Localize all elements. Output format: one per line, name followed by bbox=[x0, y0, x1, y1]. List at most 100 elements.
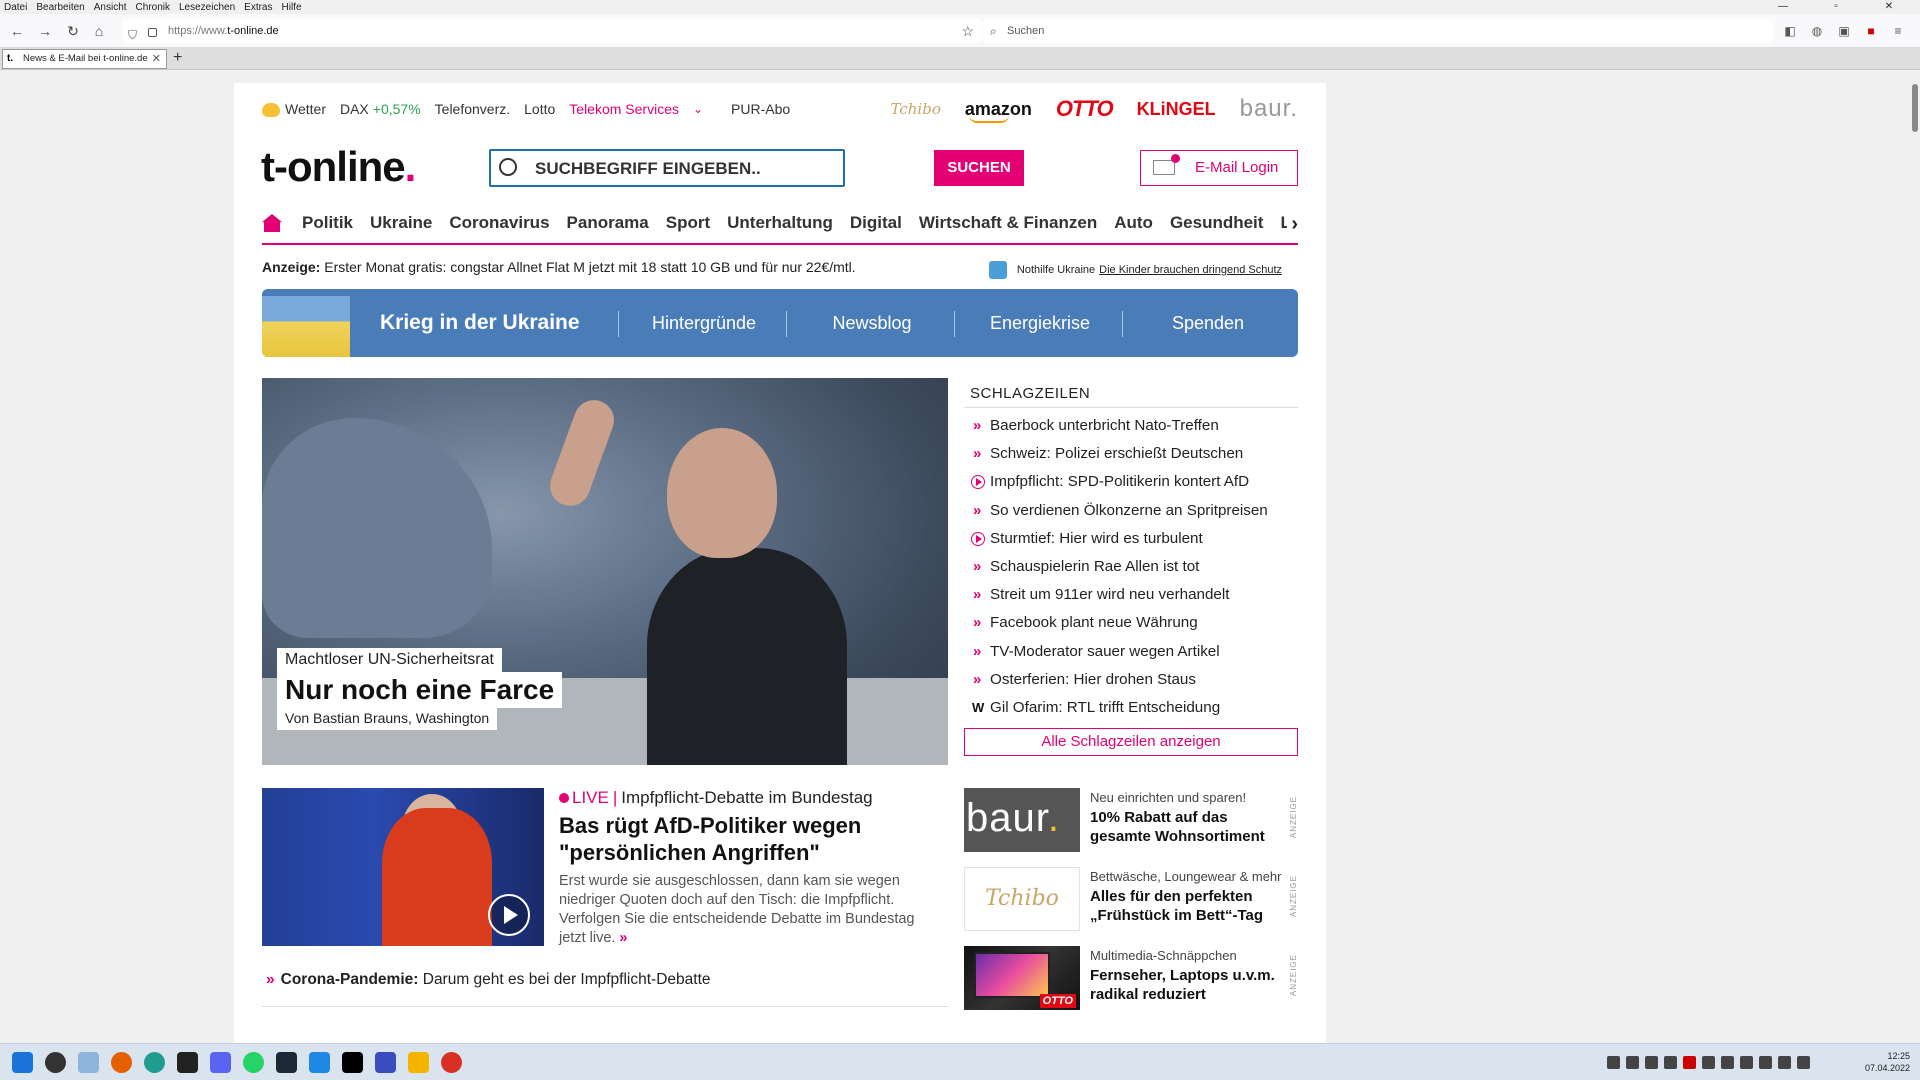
hero-article[interactable]: Machtloser UN-Sicherheitsrat Nur noch ei… bbox=[262, 378, 948, 765]
link-pur-abo[interactable]: PUR-Abo bbox=[731, 101, 790, 117]
tray-icon[interactable] bbox=[1607, 1056, 1620, 1069]
volume-icon[interactable] bbox=[1797, 1056, 1810, 1069]
addon-icon[interactable]: ■ bbox=[1863, 23, 1879, 39]
search-icon[interactable] bbox=[45, 1052, 66, 1073]
dax-value[interactable]: +0,57% bbox=[373, 101, 421, 117]
tab-close-icon[interactable]: ✕ bbox=[152, 50, 161, 68]
maximize-icon[interactable]: ▫ bbox=[1814, 0, 1858, 14]
app-icon[interactable] bbox=[309, 1052, 330, 1073]
menu-hilfe[interactable]: Hilfe bbox=[282, 2, 302, 13]
start-icon[interactable] bbox=[12, 1052, 33, 1073]
headline-item[interactable]: Impfpflicht: SPD-Politikerin kontert AfD bbox=[964, 468, 1298, 496]
headline-item[interactable]: » So verdienen Ölkonzerne an Spritpreisen bbox=[964, 497, 1298, 525]
browser-search-field[interactable]: ⌕ Suchen bbox=[983, 19, 1773, 43]
ukraine-bar-title[interactable]: Krieg in der Ukraine bbox=[380, 289, 580, 357]
nav-sport[interactable]: Sport bbox=[666, 213, 710, 233]
nav-coronavirus[interactable]: Coronavirus bbox=[449, 213, 549, 233]
tchibo-logo[interactable]: Tchibo bbox=[891, 100, 941, 118]
close-icon[interactable]: ✕ bbox=[1867, 0, 1911, 14]
pocket-icon[interactable]: ◧ bbox=[1782, 23, 1798, 39]
teaser-headline[interactable]: Bas rügt AfD-Politiker wegen "persönlich… bbox=[559, 812, 939, 866]
nav-scroll-right-icon[interactable]: › bbox=[1287, 213, 1298, 236]
headline-item[interactable]: » Facebook plant neue Währung bbox=[964, 609, 1298, 637]
github-icon[interactable] bbox=[177, 1052, 198, 1073]
t-online-logo[interactable]: t-online. bbox=[261, 143, 416, 191]
discord-icon[interactable] bbox=[210, 1052, 231, 1073]
tiktok-icon[interactable] bbox=[342, 1052, 363, 1073]
widgets-icon[interactable] bbox=[78, 1052, 99, 1073]
reload-icon[interactable]: ↻ bbox=[64, 23, 82, 39]
menu-bearbeiten[interactable]: Bearbeiten bbox=[36, 2, 84, 13]
lock-icon[interactable] bbox=[148, 28, 157, 37]
link-newsblog[interactable]: Newsblog bbox=[788, 289, 956, 357]
headline-item[interactable]: » Streit um 911er wird neu verhandelt bbox=[964, 581, 1298, 609]
headline-item[interactable]: » Schweiz: Polizei erschießt Deutschen bbox=[964, 440, 1298, 468]
tray-icon[interactable] bbox=[1721, 1056, 1734, 1069]
home-icon[interactable] bbox=[262, 214, 282, 232]
link-hintergruende[interactable]: Hintergründe bbox=[620, 289, 788, 357]
nav-digital[interactable]: Digital bbox=[850, 213, 902, 233]
amazon-logo[interactable]: amazon bbox=[965, 99, 1032, 123]
otto-logo[interactable]: OTTO bbox=[1056, 96, 1114, 122]
tray-icon[interactable] bbox=[1683, 1056, 1696, 1069]
klingel-logo[interactable]: KLiNGEL bbox=[1137, 99, 1216, 120]
link-spenden[interactable]: Spenden bbox=[1124, 289, 1292, 357]
search-button[interactable]: SUCHEN bbox=[934, 150, 1024, 186]
media-icon[interactable] bbox=[408, 1052, 429, 1073]
menu-extras[interactable]: Extras bbox=[244, 2, 272, 13]
menu-lesezeichen[interactable]: Lesezeichen bbox=[179, 2, 235, 13]
menu-chronik[interactable]: Chronik bbox=[136, 2, 170, 13]
edge-icon[interactable] bbox=[144, 1052, 165, 1073]
nothilfe-ukraine[interactable]: Nothilfe Ukraine Die Kinder brauchen dri… bbox=[988, 261, 1282, 279]
link-wetter[interactable]: Wetter bbox=[285, 101, 326, 117]
headline-item[interactable]: » Osterferien: Hier drohen Staus bbox=[964, 666, 1298, 694]
tray-icon[interactable] bbox=[1759, 1056, 1772, 1069]
headline-item[interactable]: Sturmtief: Hier wird es turbulent bbox=[964, 525, 1298, 553]
whatsapp-icon[interactable] bbox=[243, 1052, 264, 1073]
tray-icon[interactable] bbox=[1626, 1056, 1639, 1069]
link-telefonverz[interactable]: Telefonverz. bbox=[435, 101, 510, 117]
steam-icon[interactable] bbox=[276, 1052, 297, 1073]
tray-icon[interactable] bbox=[1664, 1056, 1677, 1069]
baur-logo[interactable]: baur. bbox=[1240, 95, 1298, 123]
all-headlines-button[interactable]: Alle Schlagzeilen anzeigen bbox=[964, 728, 1298, 757]
address-bar[interactable]: ⛉ https://www.t-online.de ☆ bbox=[122, 19, 982, 43]
nav-ukraine[interactable]: Ukraine bbox=[370, 213, 432, 233]
save-icon[interactable] bbox=[375, 1052, 396, 1073]
scrollbar-thumb[interactable] bbox=[1912, 84, 1918, 132]
headline-item[interactable]: » TV-Moderator sauer wegen Artikel bbox=[964, 638, 1298, 666]
headline-item[interactable]: » Baerbock unterbricht Nato-Treffen bbox=[964, 412, 1298, 440]
link-telekom-services[interactable]: Telekom Services bbox=[569, 101, 679, 117]
ad-tchibo[interactable]: Tchibo Bettwäsche, Loungewear & mehr All… bbox=[964, 867, 1298, 933]
globe-icon[interactable]: ◍ bbox=[1809, 23, 1825, 39]
site-search-input[interactable] bbox=[535, 157, 835, 181]
link-energiekrise[interactable]: Energiekrise bbox=[956, 289, 1124, 357]
nothilfe-link[interactable]: Die Kinder brauchen dringend Schutz bbox=[1099, 264, 1282, 276]
hero-headline[interactable]: Nur noch eine Farce bbox=[277, 672, 563, 708]
tray-icon[interactable] bbox=[1645, 1056, 1658, 1069]
tray-icon[interactable] bbox=[1740, 1056, 1753, 1069]
related-link[interactable]: » Corona-Pandemie: Darum geht es bei der … bbox=[262, 971, 711, 989]
nav-gesundheit[interactable]: Gesundheit bbox=[1170, 213, 1264, 233]
menu-datei[interactable]: Datei bbox=[4, 2, 27, 13]
nav-auto[interactable]: Auto bbox=[1114, 213, 1153, 233]
clock[interactable]: 12:25 07.04.2022 bbox=[1865, 1050, 1910, 1074]
home-icon[interactable]: ⌂ bbox=[90, 23, 108, 39]
shield-icon[interactable]: ⛉ bbox=[128, 23, 137, 47]
headline-item[interactable]: W Gil Ofarim: RTL trifft Entscheidung bbox=[964, 694, 1298, 722]
forward-icon[interactable]: → bbox=[36, 23, 54, 39]
ad-otto[interactable]: OTTO Multimedia-Schnäppchen Fernseher, L… bbox=[964, 946, 1298, 1012]
nav-unterhaltung[interactable]: Unterhaltung bbox=[727, 213, 833, 233]
extension-icon[interactable]: ▣ bbox=[1836, 23, 1852, 39]
ad-baur[interactable]: baur. Neu einrichten und sparen! 10% Rab… bbox=[964, 788, 1298, 854]
play-icon[interactable] bbox=[488, 894, 530, 936]
sponsored-line[interactable]: Anzeige: Erster Monat gratis: congstar A… bbox=[262, 259, 856, 275]
firefox-icon[interactable] bbox=[111, 1052, 132, 1073]
nav-wirtschaft-finanzen[interactable]: Wirtschaft & Finanzen bbox=[919, 213, 1097, 233]
hamburger-menu-icon[interactable]: ≡ bbox=[1890, 23, 1906, 39]
bookmark-star-icon[interactable]: ☆ bbox=[961, 19, 974, 43]
more-chevron-icon[interactable]: » bbox=[619, 930, 627, 946]
back-icon[interactable]: ← bbox=[8, 23, 26, 39]
new-tab-button[interactable]: + bbox=[173, 48, 182, 68]
dax-label[interactable]: DAX bbox=[340, 101, 369, 117]
